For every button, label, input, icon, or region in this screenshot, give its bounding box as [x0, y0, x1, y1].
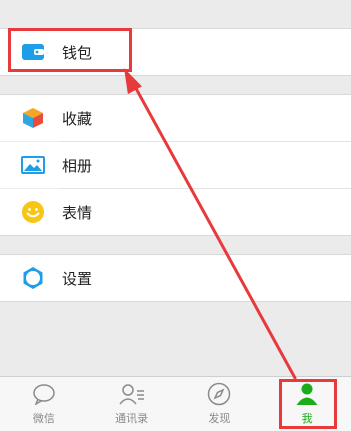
menu-item-album[interactable]: 相册: [0, 142, 351, 188]
tab-me[interactable]: 我: [263, 377, 351, 431]
section-spacer: [0, 76, 351, 94]
menu-item-label: 钱包: [62, 43, 93, 62]
tab-chats[interactable]: 微信: [0, 377, 88, 431]
tab-contacts[interactable]: 通讯录: [88, 377, 176, 431]
tab-label: 发现: [208, 412, 231, 425]
menu-item-label: 相册: [62, 156, 93, 175]
wallet-icon: [20, 39, 46, 65]
menu-item-settings[interactable]: 设置: [0, 255, 351, 301]
menu-item-label: 设置: [62, 269, 93, 288]
contacts-icon: [119, 382, 145, 406]
tab-label: 我: [301, 412, 313, 425]
menu-item-label: 表情: [62, 203, 93, 222]
smiley-icon: [20, 199, 46, 225]
menu-item-wallet[interactable]: 钱包: [0, 29, 351, 75]
top-spacer: [0, 0, 351, 28]
separator: [0, 301, 351, 302]
cube-icon: [20, 105, 46, 131]
gear-icon: [20, 265, 46, 291]
compass-icon: [206, 382, 232, 406]
section-spacer: [0, 236, 351, 254]
person-icon: [294, 382, 320, 406]
tab-label: 通讯录: [115, 412, 149, 425]
chat-bubble-icon: [31, 382, 57, 406]
tab-discover[interactable]: 发现: [176, 377, 264, 431]
menu-item-stickers[interactable]: 表情: [0, 189, 351, 235]
tab-label: 微信: [32, 412, 55, 425]
menu-item-favorites[interactable]: 收藏: [0, 95, 351, 141]
bottom-tab-bar: 微信 通讯录 发现 我: [0, 376, 351, 431]
menu-item-label: 收藏: [62, 109, 93, 128]
image-icon: [20, 152, 46, 178]
